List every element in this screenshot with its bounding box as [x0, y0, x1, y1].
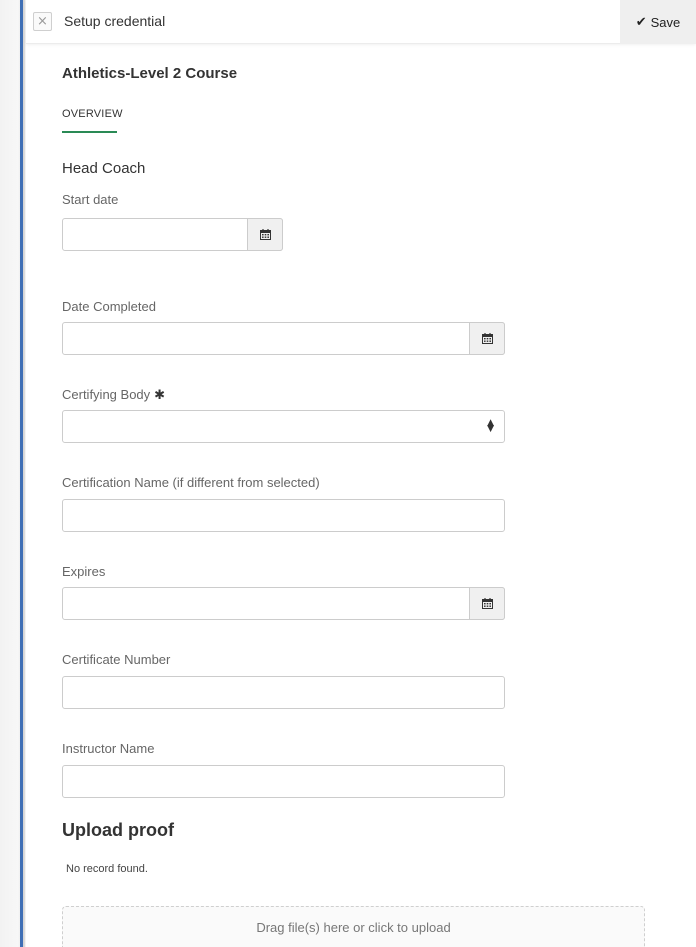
expires-calendar-button[interactable]	[469, 587, 505, 620]
certificate-number-field[interactable]	[62, 676, 505, 709]
credential-panel: × Setup credential ✔ Save Athletics-Leve…	[26, 0, 696, 947]
upload-proof-title: Upload proof	[62, 820, 174, 840]
date-completed-field[interactable]	[62, 322, 505, 355]
date-completed-label: Date Completed	[62, 299, 156, 314]
panel-header: × Setup credential ✔ Save	[26, 0, 696, 44]
instructor-name-field[interactable]	[62, 765, 505, 798]
window-left-edge	[0, 0, 26, 947]
date-completed-calendar-button[interactable]	[469, 322, 505, 355]
start-date-calendar-button[interactable]	[247, 218, 283, 251]
tab-overview[interactable]: OVERVIEW	[62, 108, 123, 120]
no-record-text: No record found.	[66, 863, 148, 875]
active-tab-indicator	[62, 131, 117, 133]
certification-name-field[interactable]	[62, 499, 505, 532]
window-edge-bar	[20, 0, 23, 947]
calendar-icon	[481, 333, 493, 344]
expires-label: Expires	[62, 564, 106, 579]
panel-title: Setup credential	[64, 13, 166, 29]
required-marker: ✱	[154, 388, 166, 403]
save-button[interactable]: ✔ Save	[620, 0, 696, 44]
start-date-field[interactable]	[62, 218, 283, 251]
check-icon: ✔	[635, 14, 647, 30]
expires-field[interactable]	[62, 587, 505, 620]
certifying-body-label-text: Certifying Body	[62, 387, 151, 402]
file-dropzone[interactable]: Drag file(s) here or click to upload	[62, 906, 645, 947]
certificate-number-label: Certificate Number	[62, 652, 171, 667]
course-title: Athletics-Level 2 Course	[62, 65, 238, 82]
section-title: Head Coach	[62, 160, 146, 177]
close-icon[interactable]: ×	[33, 12, 52, 31]
calendar-icon	[481, 598, 493, 609]
start-date-label: Start date	[62, 192, 119, 207]
instructor-name-label: Instructor Name	[62, 741, 155, 756]
dropzone-label: Drag file(s) here or click to upload	[256, 919, 451, 935]
certifying-body-label: Certifying Body ✱	[62, 387, 165, 403]
certification-name-label: Certification Name (if different from se…	[62, 475, 320, 490]
sort-arrows-icon: ▲ ▼	[487, 418, 494, 434]
save-label: Save	[650, 14, 681, 30]
certifying-body-select[interactable]: ▲ ▼	[62, 410, 505, 443]
calendar-icon	[259, 229, 271, 240]
